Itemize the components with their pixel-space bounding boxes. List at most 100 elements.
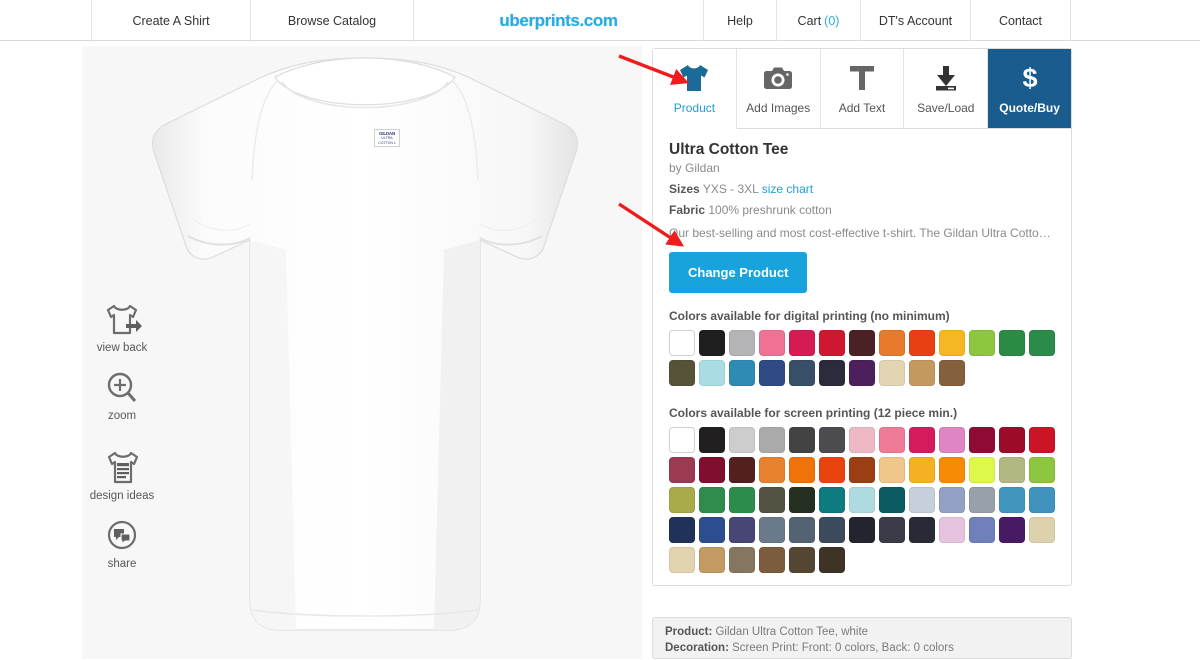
digital-color-swatch-20[interactable] xyxy=(879,360,905,386)
screen-color-swatch-12[interactable] xyxy=(1029,427,1055,453)
screen-color-swatch-42[interactable] xyxy=(759,517,785,543)
digital-color-swatch-13[interactable] xyxy=(669,360,695,386)
nav-item-account[interactable]: DT's Account xyxy=(861,0,971,41)
tool-view-back[interactable]: view back xyxy=(82,300,162,354)
screen-color-swatch-32[interactable] xyxy=(849,487,875,513)
tab-save-load[interactable]: Save/Load xyxy=(904,49,989,128)
nav-item-create-a-shirt[interactable]: Create A Shirt xyxy=(92,0,251,41)
screen-color-swatch-53[interactable] xyxy=(699,547,725,573)
tab-quote-buy[interactable]: $ Quote/Buy xyxy=(988,49,1071,128)
screen-color-swatch-54[interactable] xyxy=(729,547,755,573)
design-canvas[interactable]: GILDAN ULTRA COTTON L xyxy=(82,46,642,659)
screen-color-swatch-19[interactable] xyxy=(849,457,875,483)
screen-color-swatch-51[interactable] xyxy=(1029,517,1055,543)
screen-color-swatch-38[interactable] xyxy=(1029,487,1055,513)
screen-color-swatch-3[interactable] xyxy=(759,427,785,453)
screen-color-swatch-30[interactable] xyxy=(789,487,815,513)
screen-color-swatch-39[interactable] xyxy=(669,517,695,543)
digital-color-swatch-1[interactable] xyxy=(699,330,725,356)
screen-color-swatch-37[interactable] xyxy=(999,487,1025,513)
screen-color-swatch-8[interactable] xyxy=(909,427,935,453)
screen-color-swatch-4[interactable] xyxy=(789,427,815,453)
screen-color-swatch-49[interactable] xyxy=(969,517,995,543)
screen-color-swatch-31[interactable] xyxy=(819,487,845,513)
digital-color-swatch-22[interactable] xyxy=(939,360,965,386)
digital-color-swatch-15[interactable] xyxy=(729,360,755,386)
screen-color-swatch-10[interactable] xyxy=(969,427,995,453)
tab-add-images[interactable]: Add Images xyxy=(736,49,821,128)
screen-color-swatch-28[interactable] xyxy=(729,487,755,513)
screen-color-swatch-52[interactable] xyxy=(669,547,695,573)
screen-color-swatch-6[interactable] xyxy=(849,427,875,453)
nav-item-browse-catalog[interactable]: Browse Catalog xyxy=(251,0,414,41)
screen-color-swatch-1[interactable] xyxy=(699,427,725,453)
screen-color-swatch-44[interactable] xyxy=(819,517,845,543)
screen-color-swatch-18[interactable] xyxy=(819,457,845,483)
screen-color-swatch-48[interactable] xyxy=(939,517,965,543)
tab-add-text[interactable]: Add Text xyxy=(820,49,905,128)
screen-color-swatch-40[interactable] xyxy=(699,517,725,543)
screen-color-swatch-47[interactable] xyxy=(909,517,935,543)
screen-color-swatch-11[interactable] xyxy=(999,427,1025,453)
change-product-button[interactable]: Change Product xyxy=(669,252,808,293)
nav-item-contact[interactable]: Contact xyxy=(971,0,1071,41)
screen-color-swatch-33[interactable] xyxy=(879,487,905,513)
digital-color-swatch-10[interactable] xyxy=(969,330,995,356)
nav-item-help[interactable]: Help xyxy=(704,0,777,41)
screen-color-swatch-16[interactable] xyxy=(759,457,785,483)
digital-color-swatch-8[interactable] xyxy=(909,330,935,356)
digital-color-swatch-7[interactable] xyxy=(879,330,905,356)
digital-color-swatch-6[interactable] xyxy=(849,330,875,356)
site-logo[interactable]: uberprints.com xyxy=(414,0,704,41)
screen-color-swatch-56[interactable] xyxy=(789,547,815,573)
screen-color-swatch-43[interactable] xyxy=(789,517,815,543)
screen-color-swatch-55[interactable] xyxy=(759,547,785,573)
tool-zoom[interactable]: zoom xyxy=(82,368,162,422)
screen-color-swatch-14[interactable] xyxy=(699,457,725,483)
digital-color-swatch-4[interactable] xyxy=(789,330,815,356)
digital-color-swatch-11[interactable] xyxy=(999,330,1025,356)
digital-color-swatch-19[interactable] xyxy=(849,360,875,386)
shirt-preview[interactable]: GILDAN ULTRA COTTON L xyxy=(82,46,642,659)
screen-color-swatch-9[interactable] xyxy=(939,427,965,453)
nav-item-cart[interactable]: Cart (0) xyxy=(777,0,861,41)
screen-color-swatch-17[interactable] xyxy=(789,457,815,483)
screen-color-swatch-15[interactable] xyxy=(729,457,755,483)
screen-color-swatch-50[interactable] xyxy=(999,517,1025,543)
size-chart-link[interactable]: size chart xyxy=(762,182,813,196)
screen-color-swatch-36[interactable] xyxy=(969,487,995,513)
screen-color-swatch-27[interactable] xyxy=(699,487,725,513)
screen-color-swatch-7[interactable] xyxy=(879,427,905,453)
digital-color-swatch-12[interactable] xyxy=(1029,330,1055,356)
screen-color-swatch-26[interactable] xyxy=(669,487,695,513)
screen-color-swatch-2[interactable] xyxy=(729,427,755,453)
screen-color-swatch-29[interactable] xyxy=(759,487,785,513)
screen-color-swatch-22[interactable] xyxy=(939,457,965,483)
screen-color-swatch-13[interactable] xyxy=(669,457,695,483)
screen-color-swatch-45[interactable] xyxy=(849,517,875,543)
screen-color-swatch-21[interactable] xyxy=(909,457,935,483)
screen-color-swatch-24[interactable] xyxy=(999,457,1025,483)
digital-color-swatch-2[interactable] xyxy=(729,330,755,356)
screen-color-swatch-23[interactable] xyxy=(969,457,995,483)
screen-color-swatch-41[interactable] xyxy=(729,517,755,543)
screen-color-swatch-46[interactable] xyxy=(879,517,905,543)
digital-color-swatch-17[interactable] xyxy=(789,360,815,386)
digital-color-swatch-5[interactable] xyxy=(819,330,845,356)
screen-color-swatch-25[interactable] xyxy=(1029,457,1055,483)
tool-design-ideas[interactable]: design ideas xyxy=(82,448,162,502)
screen-color-swatch-34[interactable] xyxy=(909,487,935,513)
tool-share[interactable]: share xyxy=(82,516,162,570)
screen-color-swatch-35[interactable] xyxy=(939,487,965,513)
screen-color-swatch-20[interactable] xyxy=(879,457,905,483)
digital-color-swatch-18[interactable] xyxy=(819,360,845,386)
digital-color-swatch-9[interactable] xyxy=(939,330,965,356)
digital-color-swatch-3[interactable] xyxy=(759,330,785,356)
digital-color-swatch-16[interactable] xyxy=(759,360,785,386)
screen-color-swatch-0[interactable] xyxy=(669,427,695,453)
tab-product[interactable]: Product xyxy=(653,49,737,129)
digital-color-swatch-0[interactable] xyxy=(669,330,695,356)
digital-color-swatch-21[interactable] xyxy=(909,360,935,386)
screen-color-swatch-5[interactable] xyxy=(819,427,845,453)
digital-color-swatch-14[interactable] xyxy=(699,360,725,386)
